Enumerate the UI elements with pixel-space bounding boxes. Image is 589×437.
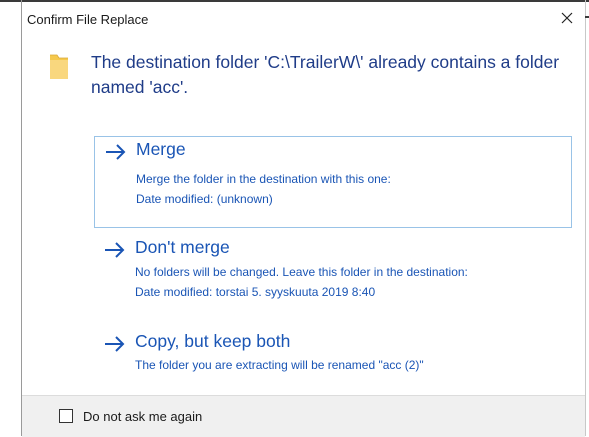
arrow-right-icon bbox=[105, 242, 125, 258]
dont-merge-option[interactable]: Don't merge No folders will be changed. … bbox=[94, 235, 570, 307]
window-edge-tick bbox=[585, 16, 589, 18]
window-top-border bbox=[0, 0, 589, 2]
keep-both-option-description: The folder you are extracting will be re… bbox=[135, 358, 424, 372]
do-not-ask-checkbox[interactable] bbox=[59, 409, 73, 423]
dont-merge-option-date: Date modified: torstai 5. syyskuuta 2019… bbox=[135, 285, 376, 299]
arrow-right-icon bbox=[106, 144, 126, 160]
keep-both-option-title: Copy, but keep both bbox=[135, 331, 291, 351]
close-icon bbox=[561, 12, 573, 24]
dialog-message: The destination folder 'C:\TrailerW\' al… bbox=[91, 52, 560, 97]
close-button[interactable] bbox=[556, 7, 578, 29]
keep-both-option[interactable]: Copy, but keep both The folder you are e… bbox=[94, 329, 570, 381]
arrow-right-icon bbox=[105, 336, 125, 352]
window-right-border bbox=[585, 0, 586, 436]
dialog-title: Confirm File Replace bbox=[27, 12, 149, 27]
do-not-ask-label[interactable]: Do not ask me again bbox=[83, 409, 202, 424]
folder-icon bbox=[50, 54, 68, 79]
merge-option-description: Merge the folder in the destination with… bbox=[136, 172, 391, 186]
dont-merge-option-title: Don't merge bbox=[135, 237, 230, 257]
merge-option[interactable]: Merge Merge the folder in the destinatio… bbox=[94, 136, 572, 228]
merge-option-title: Merge bbox=[136, 139, 186, 159]
merge-option-date: Date modified: (unknown) bbox=[136, 192, 273, 206]
dont-merge-option-description: No folders will be changed. Leave this f… bbox=[135, 265, 468, 279]
dialog-footer: Do not ask me again bbox=[22, 395, 585, 437]
window-left-border bbox=[21, 0, 22, 436]
